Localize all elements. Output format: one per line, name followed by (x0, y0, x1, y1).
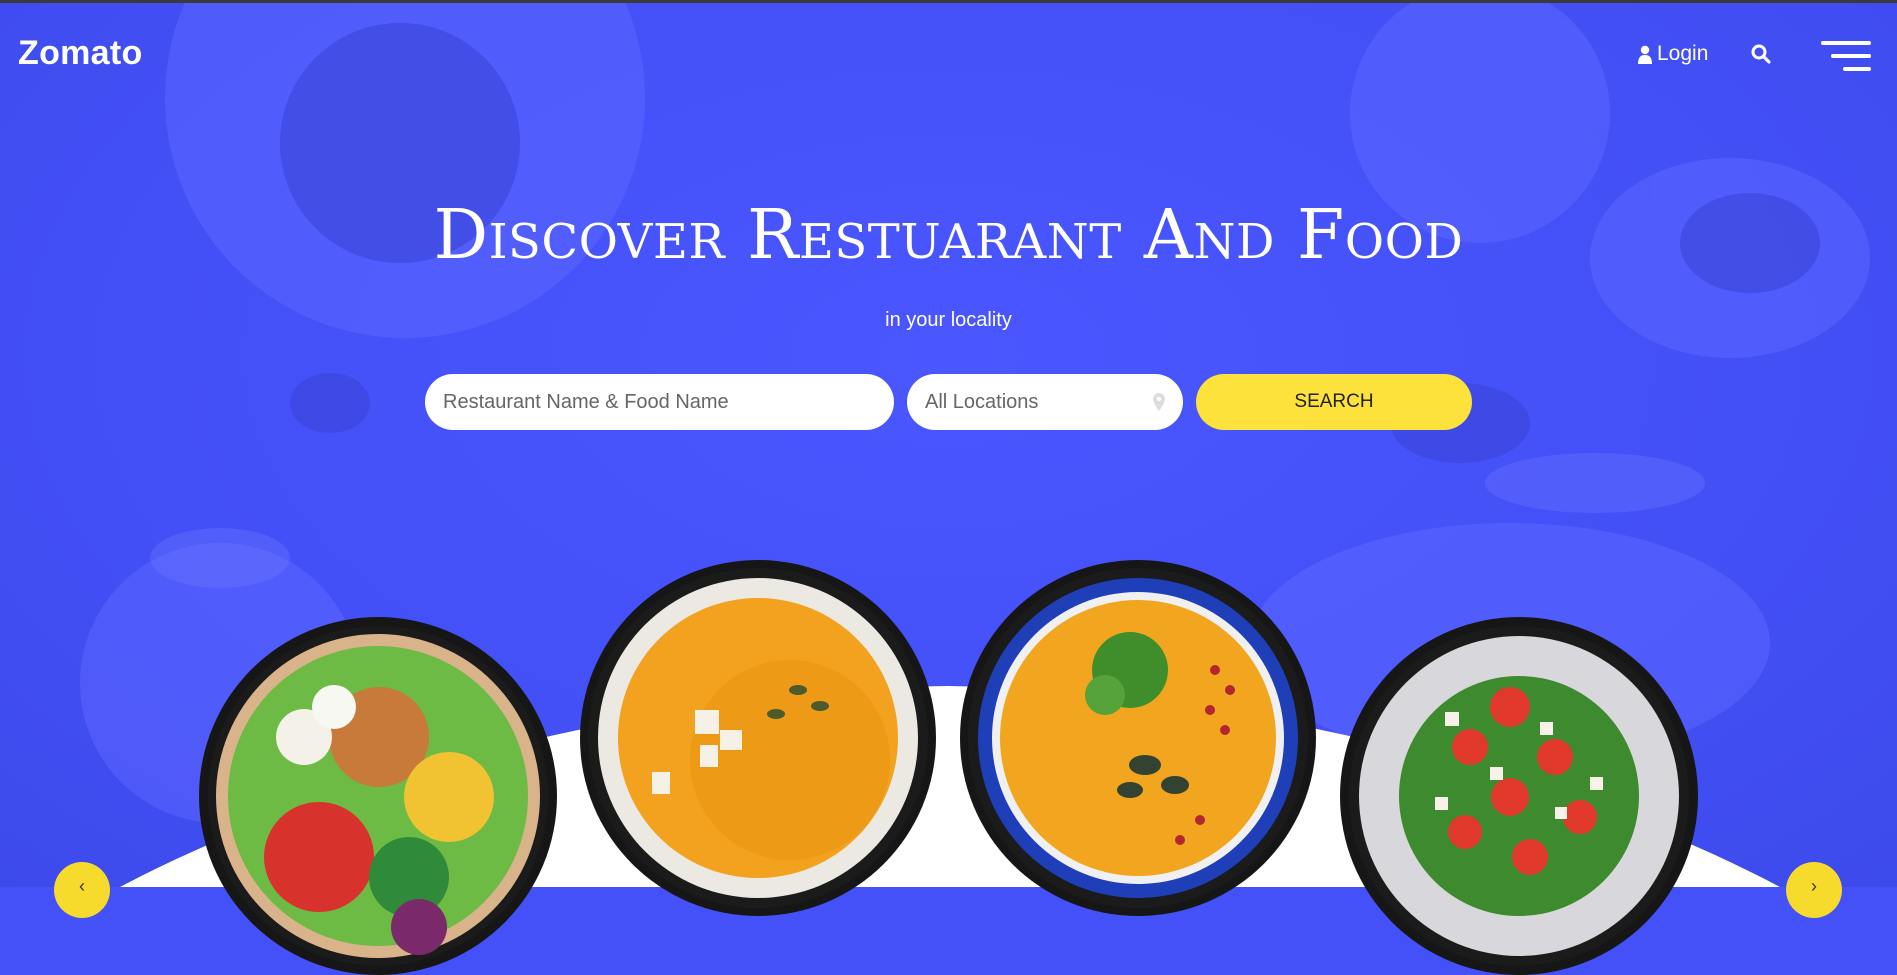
carousel-prev-button[interactable]: ‹ (54, 862, 110, 918)
carousel-item-pumpkin-soup-feta[interactable] (580, 560, 936, 916)
carousel-item-pumpkin-soup-seeds[interactable] (960, 560, 1316, 916)
carousel-item-tomato-salad[interactable] (1340, 617, 1698, 975)
carousel-item-salad-bowl[interactable] (199, 617, 557, 975)
carousel-next-button[interactable]: › (1786, 862, 1842, 918)
